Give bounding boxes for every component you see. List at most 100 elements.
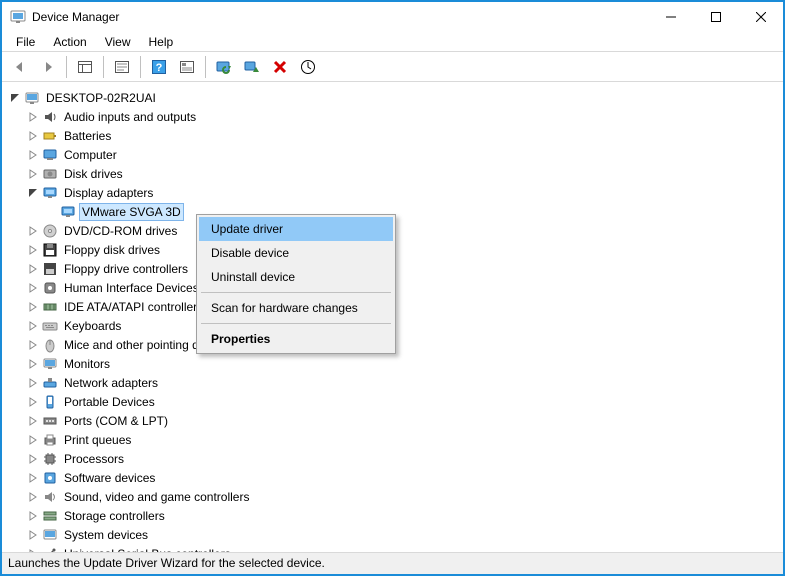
toolbar: ? — [2, 52, 783, 82]
tree-root-node[interactable]: DESKTOP-02R2UAI — [8, 88, 781, 107]
chevron-right-icon[interactable] — [26, 167, 40, 181]
help-button[interactable]: ? — [147, 55, 171, 79]
chevron-right-icon[interactable] — [26, 452, 40, 466]
menu-view[interactable]: View — [97, 33, 139, 51]
menu-help[interactable]: Help — [141, 33, 182, 51]
tree-category-label: Network adapters — [62, 375, 160, 391]
tree-category-node[interactable]: Display adapters — [8, 183, 781, 202]
context-menu-item[interactable]: Uninstall device — [199, 265, 393, 289]
port-icon — [42, 413, 58, 429]
monitor-icon — [42, 356, 58, 372]
context-menu-item[interactable]: Update driver — [199, 217, 393, 241]
chevron-right-icon[interactable] — [26, 300, 40, 314]
chevron-right-icon[interactable] — [26, 509, 40, 523]
tree-category-label: Software devices — [62, 470, 157, 486]
network-icon — [42, 375, 58, 391]
chevron-right-icon[interactable] — [26, 395, 40, 409]
tree-category-node[interactable]: Network adapters — [8, 373, 781, 392]
tree-category-label: Print queues — [62, 432, 133, 448]
computer-icon — [24, 90, 40, 106]
chevron-right-icon[interactable] — [26, 110, 40, 124]
tree-category-label: DVD/CD-ROM drives — [62, 223, 179, 239]
chevron-down-icon[interactable] — [8, 91, 22, 105]
tree-category-node[interactable]: Monitors — [8, 354, 781, 373]
chevron-right-icon[interactable] — [26, 357, 40, 371]
chevron-right-icon[interactable] — [26, 262, 40, 276]
svg-text:?: ? — [156, 62, 163, 74]
tree-category-node[interactable]: Computer — [8, 145, 781, 164]
tree-category-label: Processors — [62, 451, 126, 467]
tree-category-label: Audio inputs and outputs — [62, 109, 198, 125]
tree-category-label: Floppy disk drives — [62, 242, 162, 258]
context-menu-item[interactable]: Properties — [199, 327, 393, 351]
audio-icon — [42, 109, 58, 125]
close-button[interactable] — [738, 2, 783, 32]
context-menu-separator — [201, 292, 391, 293]
tree-category-label: Monitors — [62, 356, 112, 372]
tree-category-label: Sound, video and game controllers — [62, 489, 251, 505]
tree-category-node[interactable]: Disk drives — [8, 164, 781, 183]
tree-category-node[interactable]: Software devices — [8, 468, 781, 487]
action-menu-button[interactable] — [175, 55, 199, 79]
tree-category-node[interactable]: Storage controllers — [8, 506, 781, 525]
floppyctrl-icon — [42, 261, 58, 277]
chevron-right-icon[interactable] — [26, 129, 40, 143]
tree-category-node[interactable]: Print queues — [8, 430, 781, 449]
chevron-down-icon[interactable] — [26, 186, 40, 200]
tree-category-node[interactable]: Processors — [8, 449, 781, 468]
minimize-button[interactable] — [648, 2, 693, 32]
tree-category-node[interactable]: System devices — [8, 525, 781, 544]
tree-category-label: Portable Devices — [62, 394, 157, 410]
maximize-button[interactable] — [693, 2, 738, 32]
tree-category-label: IDE ATA/ATAPI controllers — [62, 299, 205, 315]
tree-category-node[interactable]: Ports (COM & LPT) — [8, 411, 781, 430]
menu-file[interactable]: File — [8, 33, 43, 51]
tree-device-label: VMware SVGA 3D — [80, 204, 183, 220]
tree-category-node[interactable]: Portable Devices — [8, 392, 781, 411]
dvd-icon — [42, 223, 58, 239]
tree-category-node[interactable]: Batteries — [8, 126, 781, 145]
forward-button[interactable] — [36, 55, 60, 79]
chevron-right-icon[interactable] — [26, 376, 40, 390]
context-menu-separator — [201, 323, 391, 324]
context-menu-item[interactable]: Scan for hardware changes — [199, 296, 393, 320]
portable-icon — [42, 394, 58, 410]
show-hide-console-tree-button[interactable] — [73, 55, 97, 79]
properties-button[interactable] — [110, 55, 134, 79]
printer-icon — [42, 432, 58, 448]
tree-category-label: Display adapters — [62, 185, 155, 201]
tree-category-label: Computer — [62, 147, 119, 163]
chevron-right-icon[interactable] — [26, 490, 40, 504]
chevron-right-icon[interactable] — [26, 148, 40, 162]
uninstall-device-button[interactable] — [268, 55, 292, 79]
chevron-right-icon[interactable] — [26, 243, 40, 257]
tree-category-label: Floppy drive controllers — [62, 261, 190, 277]
tree-category-node[interactable]: Sound, video and game controllers — [8, 487, 781, 506]
tree-category-label: System devices — [62, 527, 150, 543]
chevron-right-icon[interactable] — [26, 338, 40, 352]
chevron-right-icon[interactable] — [26, 528, 40, 542]
titlebar: Device Manager — [2, 2, 783, 32]
chevron-right-icon[interactable] — [26, 224, 40, 238]
chevron-right-icon[interactable] — [26, 433, 40, 447]
chevron-right-icon[interactable] — [26, 414, 40, 428]
tree-root-label: DESKTOP-02R2UAI — [44, 90, 158, 106]
system-icon — [42, 527, 58, 543]
mouse-icon — [42, 337, 58, 353]
chevron-right-icon[interactable] — [26, 319, 40, 333]
battery-icon — [42, 128, 58, 144]
context-menu-item[interactable]: Disable device — [199, 241, 393, 265]
tree-category-node[interactable]: Audio inputs and outputs — [8, 107, 781, 126]
toolbar-separator — [66, 56, 67, 78]
tree-category-node[interactable]: Universal Serial Bus controllers — [8, 544, 781, 552]
disable-device-button[interactable] — [240, 55, 264, 79]
tree-category-label: Human Interface Devices — [62, 280, 201, 296]
floppy-icon — [42, 242, 58, 258]
scan-hardware-button[interactable] — [296, 55, 320, 79]
menu-action[interactable]: Action — [45, 33, 94, 51]
back-button[interactable] — [8, 55, 32, 79]
update-driver-button[interactable] — [212, 55, 236, 79]
window-buttons — [648, 2, 783, 32]
chevron-right-icon[interactable] — [26, 281, 40, 295]
chevron-right-icon[interactable] — [26, 471, 40, 485]
